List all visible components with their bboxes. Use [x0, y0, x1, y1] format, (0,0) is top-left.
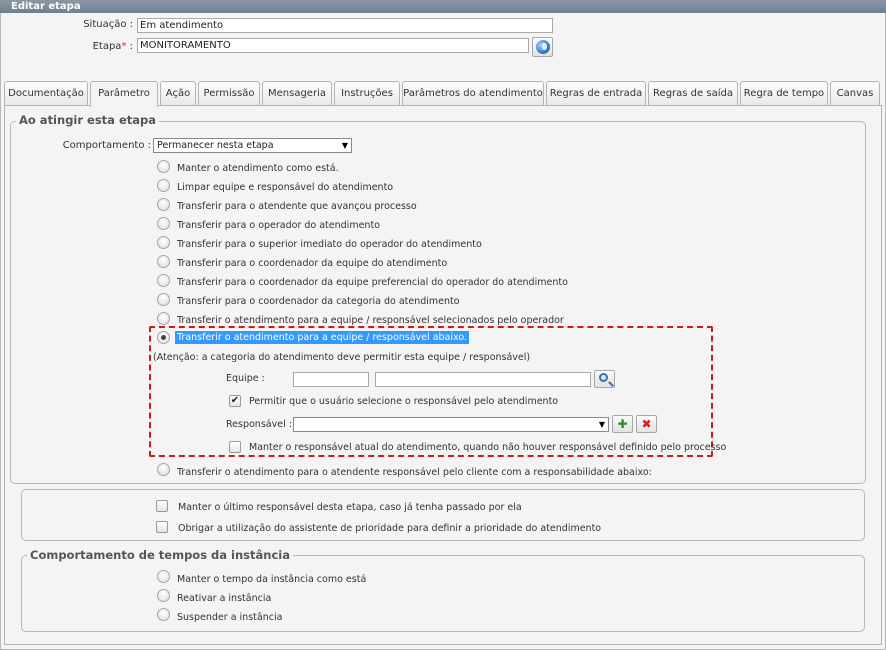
tab-mensageria[interactable]: Mensageria — [262, 81, 332, 106]
manter-checkbox[interactable] — [229, 441, 241, 453]
tab-regra-tempo[interactable]: Regra de tempo — [740, 81, 828, 106]
option-label-10: Transferir o atendimento para a equipe /… — [175, 331, 470, 344]
radio-option-4[interactable] — [157, 217, 170, 230]
option-label-6: Transferir para o coordenador da equipe … — [177, 258, 448, 269]
option-label-5: Transferir para o superior imediato do o… — [177, 239, 482, 250]
equipe-name-input[interactable] — [375, 372, 591, 387]
option-label-7: Transferir para o coordenador da equipe … — [177, 277, 568, 288]
tab-panel-parametro: Ao atingir esta etapa Comportamento : Pe… — [4, 105, 882, 645]
permitir-checkbox[interactable]: ✔ — [229, 395, 241, 407]
section-title-tempos-instancia: Comportamento de tempos da instância — [27, 548, 293, 562]
radio-option-2[interactable] — [157, 179, 170, 192]
add-responsavel-button[interactable]: ✚ — [612, 415, 633, 433]
obrigar-assistente-checkbox[interactable] — [156, 521, 168, 533]
option-label-3: Transferir para o atendente que avançou … — [177, 201, 417, 212]
manter-label: Manter o responsável atual do atendiment… — [249, 442, 727, 453]
radio-option-1[interactable] — [157, 160, 170, 173]
tempo-option-label-3: Suspender a instância — [177, 612, 283, 623]
chevron-down-icon: ▼ — [598, 420, 605, 429]
etapa-label: Etapa* : — [61, 41, 133, 52]
radio-option-7[interactable] — [157, 274, 170, 287]
remove-icon: ✖ — [641, 417, 652, 431]
radio-option-3[interactable] — [157, 198, 170, 211]
radio-option-6[interactable] — [157, 255, 170, 268]
group-tempos-instancia — [21, 555, 865, 632]
tab-regras-saida[interactable]: Regras de saída — [648, 81, 738, 106]
permitir-label: Permitir que o usuário selecione o respo… — [249, 396, 559, 407]
equipe-code-input[interactable] — [293, 372, 369, 387]
radio-option-10[interactable] — [157, 331, 170, 344]
globe-icon — [536, 40, 550, 54]
comportamento-label: Comportamento : — [62, 140, 151, 151]
situacao-field[interactable] — [137, 18, 553, 33]
option-label-10-text: Transferir o atendimento para a equipe /… — [175, 331, 470, 344]
obrigar-assistente-label: Obrigar a utilização do assistente de pr… — [178, 523, 602, 534]
radio-tempo-2[interactable] — [157, 589, 170, 602]
search-equipe-button[interactable] — [594, 370, 615, 388]
option-label-11: Transferir o atendimento para o atendent… — [177, 467, 652, 478]
etapa-field[interactable] — [137, 38, 529, 53]
responsavel-label: Responsável : — [226, 419, 292, 430]
tab-permissao[interactable]: Permissão — [198, 81, 260, 106]
radio-option-5[interactable] — [157, 236, 170, 249]
tempo-option-label-2: Reativar a instância — [177, 593, 272, 604]
manter-ultimo-checkbox[interactable] — [156, 500, 168, 512]
radio-tempo-1[interactable] — [157, 570, 170, 583]
remove-responsavel-button[interactable]: ✖ — [636, 415, 657, 433]
tempo-option-label-1: Manter o tempo da instância como está — [177, 574, 367, 585]
globe-button[interactable] — [532, 37, 553, 57]
highlight-box — [149, 326, 713, 457]
tab-parametros-atendimento[interactable]: Parâmetros do atendimento — [402, 81, 544, 106]
radio-option-11[interactable] — [157, 463, 170, 476]
section-title-ao-atingir: Ao atingir esta etapa — [16, 113, 159, 127]
comportamento-select[interactable]: Permanecer nesta etapa ▼ — [153, 138, 352, 153]
option-label-4: Transferir para o operador do atendiment… — [177, 220, 380, 231]
radio-option-9[interactable] — [157, 312, 170, 325]
responsavel-select[interactable]: ▼ — [293, 417, 609, 432]
chevron-down-icon: ▼ — [341, 141, 348, 150]
situacao-label: Situação : — [83, 19, 133, 30]
tab-instrucoes[interactable]: Instruções — [334, 81, 400, 106]
option-label-2: Limpar equipe e responsável do atendimen… — [177, 182, 394, 193]
tab-canvas[interactable]: Canvas — [830, 81, 880, 106]
radio-tempo-3[interactable] — [157, 608, 170, 621]
window-title: Editar etapa — [0, 0, 886, 13]
etapa-label-text: Etapa — [92, 41, 122, 52]
tab-acao[interactable]: Ação — [160, 81, 196, 106]
tab-regras-entrada[interactable]: Regras de entrada — [546, 81, 646, 106]
search-icon — [599, 373, 608, 382]
manter-ultimo-label: Manter o último responsável desta etapa,… — [178, 502, 522, 513]
radio-option-8[interactable] — [157, 293, 170, 306]
etapa-label-colon: : — [126, 41, 133, 52]
option-label-8: Transferir para o coordenador da categor… — [177, 296, 460, 307]
comportamento-value: Permanecer nesta etapa — [157, 140, 274, 151]
option-label-1: Manter o atendimento como está. — [177, 163, 339, 174]
tab-documentacao[interactable]: Documentação — [4, 81, 88, 106]
equipe-label: Equipe : — [226, 373, 265, 384]
option-label-9: Transferir o atendimento para a equipe /… — [177, 315, 564, 326]
add-icon: ✚ — [617, 417, 628, 431]
category-note: (Atenção: a categoria do atendimento dev… — [153, 352, 531, 363]
tab-parametro[interactable]: Parâmetro — [90, 81, 158, 107]
